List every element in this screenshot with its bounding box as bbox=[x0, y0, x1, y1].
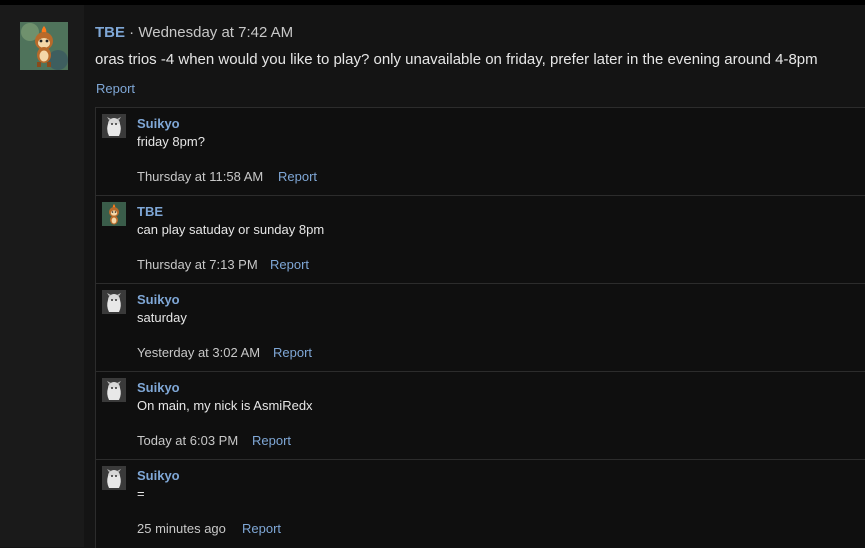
comment-item: TBE can play satuday or sunday 8pm Thurs… bbox=[96, 196, 865, 284]
comment-list: Suikyo friday 8pm? Thursday at 11:58 AM … bbox=[95, 107, 865, 548]
post-header: TBE · Wednesday at 7:42 AM bbox=[95, 24, 293, 41]
comment-text: can play satuday or sunday 8pm bbox=[137, 222, 325, 237]
ghost-girl-avatar-icon[interactable] bbox=[102, 466, 126, 490]
left-rail bbox=[0, 5, 84, 547]
comment-author[interactable]: Suikyo bbox=[137, 380, 180, 395]
comment-item: Suikyo = 25 minutes ago Report bbox=[96, 460, 865, 547]
monkey-fire-avatar-icon[interactable] bbox=[102, 202, 126, 226]
report-link[interactable]: Report bbox=[273, 345, 312, 360]
post-body: oras trios -4 when would you like to pla… bbox=[95, 51, 818, 68]
report-link[interactable]: Report bbox=[252, 433, 291, 448]
comment-text: = bbox=[137, 486, 145, 501]
report-link[interactable]: Report bbox=[278, 169, 317, 184]
comment-text: friday 8pm? bbox=[137, 134, 205, 149]
comment-timestamp[interactable]: Yesterday at 3:02 AM bbox=[137, 345, 260, 360]
post-separator: · bbox=[125, 24, 139, 41]
comment-author[interactable]: Suikyo bbox=[137, 116, 180, 131]
comment-author[interactable]: TBE bbox=[137, 204, 163, 219]
report-link[interactable]: Report bbox=[96, 81, 135, 96]
comment-timestamp[interactable]: Today at 6:03 PM bbox=[137, 433, 238, 448]
comment-timestamp[interactable]: 25 minutes ago bbox=[137, 521, 226, 536]
report-link[interactable]: Report bbox=[242, 521, 281, 536]
comment-item: Suikyo friday 8pm? Thursday at 11:58 AM … bbox=[96, 108, 865, 196]
comment-author[interactable]: Suikyo bbox=[137, 468, 180, 483]
comment-author[interactable]: Suikyo bbox=[137, 292, 180, 307]
comment-text: On main, my nick is AsmiRedx bbox=[137, 398, 313, 413]
ghost-girl-avatar-icon[interactable] bbox=[102, 114, 126, 138]
comment-timestamp[interactable]: Thursday at 7:13 PM bbox=[137, 257, 258, 272]
comment-item: Suikyo On main, my nick is AsmiRedx Toda… bbox=[96, 372, 865, 460]
comment-text: saturday bbox=[137, 310, 187, 325]
post-timestamp[interactable]: Wednesday at 7:42 AM bbox=[138, 24, 293, 41]
post-author[interactable]: TBE bbox=[95, 24, 125, 41]
comment-item: Suikyo saturday Yesterday at 3:02 AM Rep… bbox=[96, 284, 865, 372]
report-link[interactable]: Report bbox=[270, 257, 309, 272]
ghost-girl-avatar-icon[interactable] bbox=[102, 378, 126, 402]
monkey-fire-avatar-icon[interactable] bbox=[20, 22, 68, 70]
comment-timestamp[interactable]: Thursday at 11:58 AM bbox=[137, 169, 263, 184]
ghost-girl-avatar-icon[interactable] bbox=[102, 290, 126, 314]
